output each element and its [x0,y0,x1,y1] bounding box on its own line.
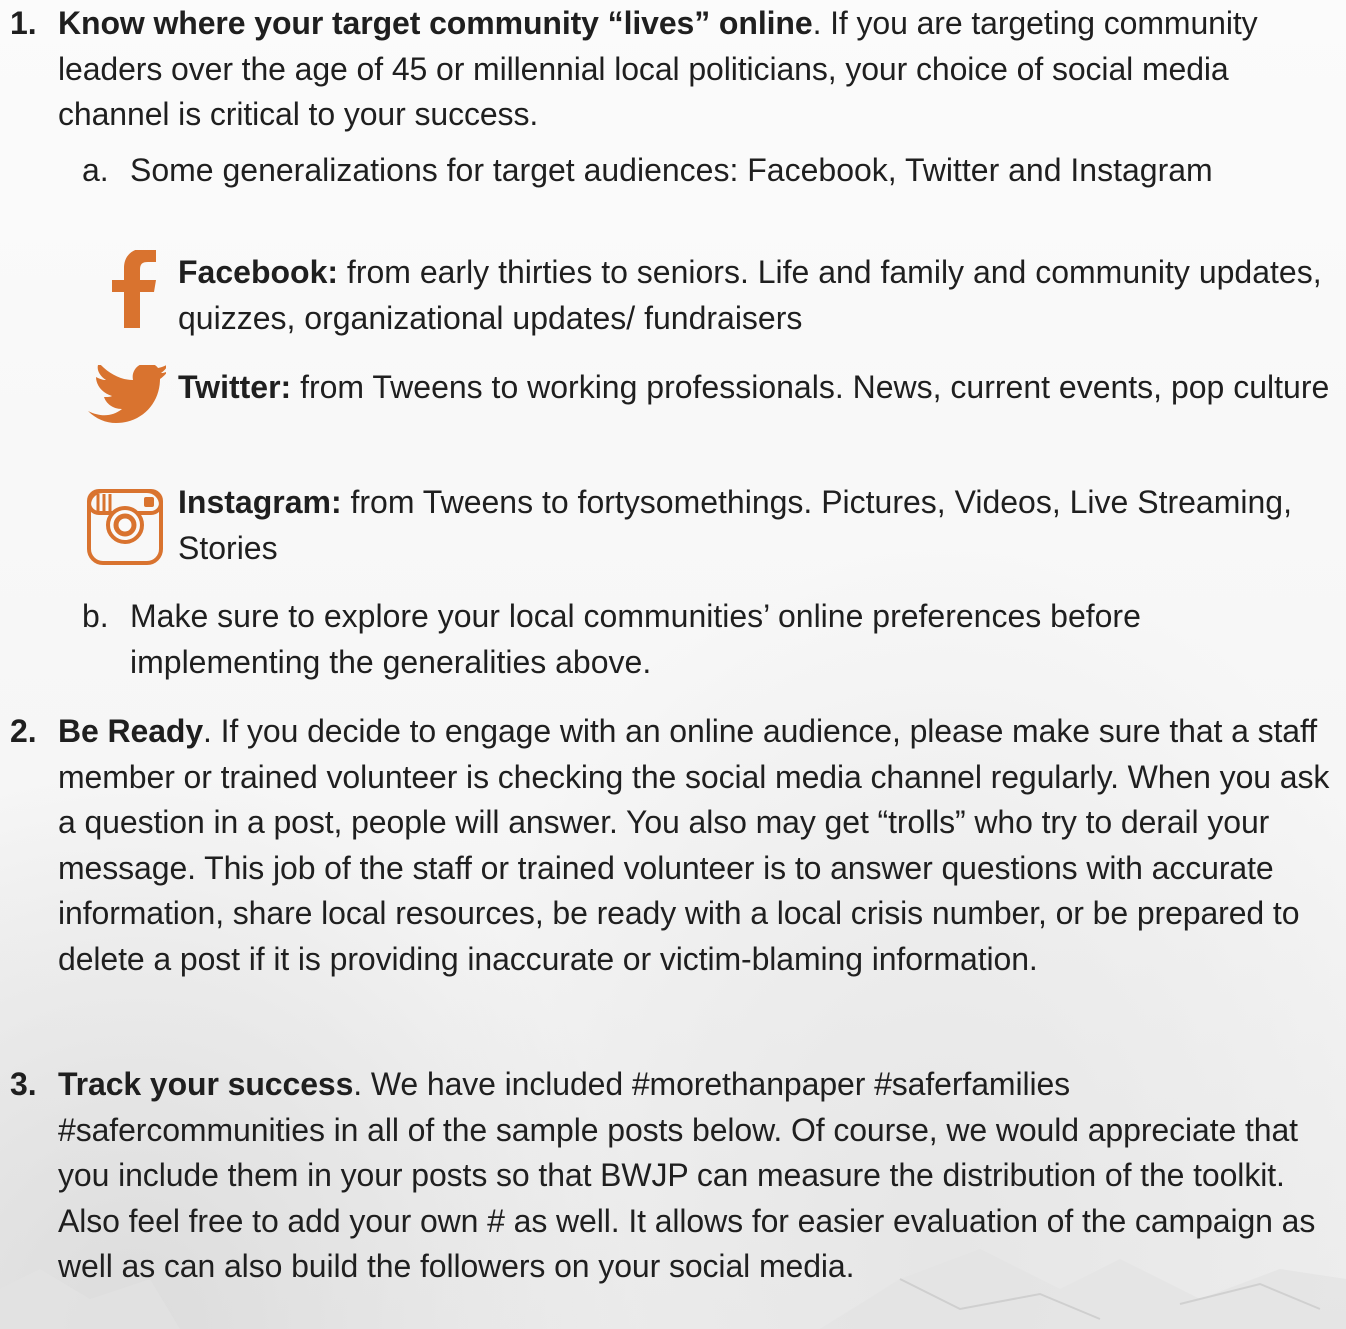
item-title: Know where your target community “lives”… [58,5,813,41]
item-title: Be Ready [58,713,204,749]
platform-description: from Tweens to fortysomethings. Pictures… [178,484,1292,566]
platform-description: from early thirties to seniors. Life and… [178,254,1322,336]
platform-facebook: Facebook: from early thirties to seniors… [86,248,1336,341]
sublist-letter: a. [82,152,109,188]
sublist-text: Some generalizations for target audience… [130,152,1213,188]
platform-name: Facebook: [178,254,339,290]
sublist-text: Make sure to explore your local communit… [130,598,1141,680]
list-item-3: 3. Track your success. We have included … [10,1062,1330,1290]
sublist-item-b: b. Make sure to explore your local commu… [82,594,1332,685]
list-number: 1. [10,5,37,41]
sublist-letter: b. [82,598,109,634]
list-number: 3. [10,1066,37,1102]
platform-name: Twitter: [178,369,292,405]
list-item-1: 1. Know where your target community “liv… [10,1,1330,138]
list-number: 2. [10,713,37,749]
item-title: Track your success [58,1066,354,1102]
instagram-icon [86,488,166,568]
platform-instagram: Instagram: from Tweens to fortysomething… [86,480,1336,571]
platform-twitter: Twitter: from Tweens to working professi… [86,363,1336,423]
platform-description: from Tweens to working professionals. Ne… [291,369,1330,405]
sublist-item-a: a. Some generalizations for target audie… [82,148,1332,194]
platform-name: Instagram: [178,484,342,520]
twitter-icon [86,363,168,445]
list-item-2: 2. Be Ready. If you decide to engage wit… [10,709,1330,982]
facebook-icon [86,248,166,330]
item-body: . If you decide to engage with an online… [58,713,1330,977]
